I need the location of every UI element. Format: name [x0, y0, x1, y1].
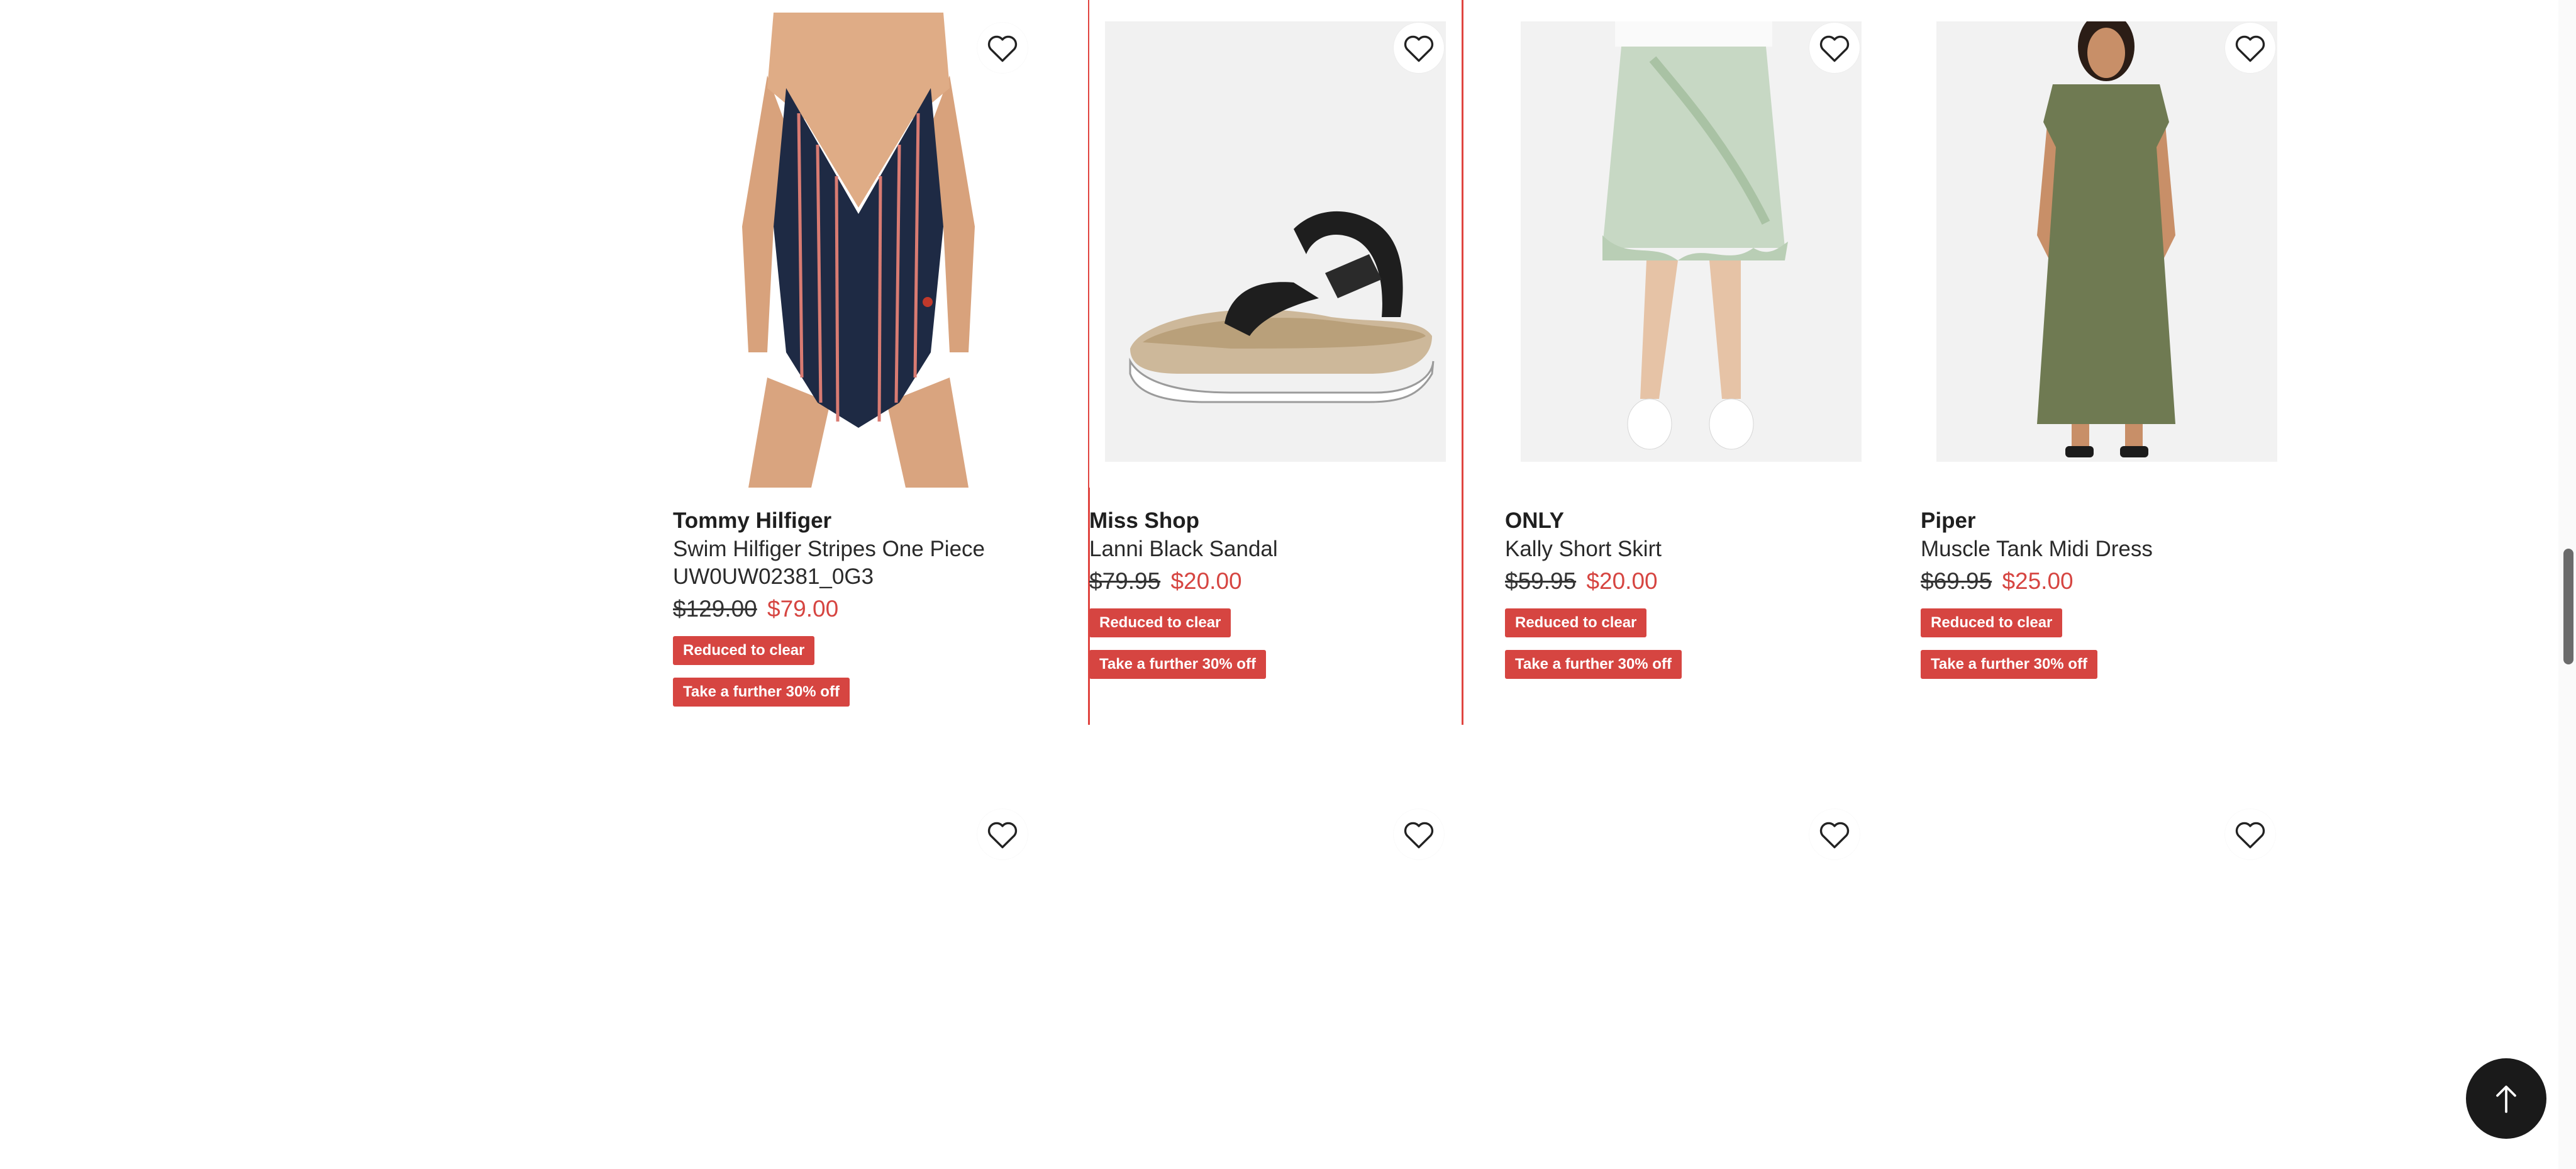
reduced-badge: Reduced to clear: [1921, 608, 2063, 637]
sandal-image: [1105, 21, 1446, 462]
product-name[interactable]: Kally Short Skirt: [1505, 535, 1882, 563]
product-name[interactable]: Lanni Black Sandal: [1089, 535, 1467, 563]
heart-outline-icon: [987, 822, 1018, 849]
product-prices: $129.00 $79.00: [673, 592, 1050, 626]
wishlist-button[interactable]: [1809, 809, 1860, 859]
product-brand[interactable]: Tommy Hilfiger: [673, 506, 1050, 535]
product-prices: $79.95 $20.00: [1089, 564, 1467, 598]
page-scrollbar[interactable]: [2558, 0, 2576, 1169]
product-prices: $69.95 $25.00: [1921, 564, 2298, 598]
product-prices: $59.95 $20.00: [1505, 564, 1882, 598]
was-price: $129.00: [673, 596, 757, 622]
wishlist-button[interactable]: [1394, 809, 1444, 859]
product-name[interactable]: Swim Hilfiger Stripes One Piece UW0UW023…: [673, 535, 1050, 591]
wishlist-button[interactable]: [1394, 23, 1444, 73]
wishlist-button[interactable]: [977, 809, 1028, 859]
wishlist-button[interactable]: [2225, 23, 2275, 73]
heart-outline-icon: [1819, 822, 1850, 849]
product-brand[interactable]: ONLY: [1505, 506, 1882, 535]
sale-price: $25.00: [2002, 568, 2074, 594]
sale-price: $79.00: [767, 596, 839, 622]
was-price: $69.95: [1921, 568, 1992, 594]
further-off-badge: Take a further 30% off: [673, 678, 850, 707]
promo-badges: Reduced to clear Take a further 30% off: [1505, 598, 1882, 679]
product-name[interactable]: Muscle Tank Midi Dress: [1921, 535, 2298, 563]
sale-price: $20.00: [1170, 568, 1242, 594]
further-off-badge: Take a further 30% off: [1089, 650, 1266, 679]
product-info[interactable]: Miss Shop Lanni Black Sandal $79.95 $20.…: [1089, 506, 1467, 679]
heart-outline-icon: [1404, 35, 1434, 62]
arrow-up-icon: [2496, 1085, 2516, 1113]
promo-badges: Reduced to clear Take a further 30% off: [673, 626, 1050, 707]
sale-price: $20.00: [1586, 568, 1658, 594]
product-image[interactable]: [673, 0, 1044, 488]
reduced-badge: Reduced to clear: [1505, 608, 1647, 637]
further-off-badge: Take a further 30% off: [1505, 650, 1682, 679]
product-info[interactable]: ONLY Kally Short Skirt $59.95 $20.00 Red…: [1505, 506, 1882, 679]
reduced-badge: Reduced to clear: [1089, 608, 1231, 637]
promo-badges: Reduced to clear Take a further 30% off: [1921, 598, 2298, 679]
back-to-top-button[interactable]: [2466, 1058, 2546, 1139]
product-brand[interactable]: Miss Shop: [1089, 506, 1467, 535]
dress-image: [1936, 21, 2277, 462]
swimsuit-image: [673, 0, 1044, 488]
wishlist-button[interactable]: [2225, 809, 2275, 859]
product-image[interactable]: [1921, 0, 2292, 488]
product-brand[interactable]: Piper: [1921, 506, 2298, 535]
heart-outline-icon: [987, 35, 1018, 62]
product-info[interactable]: Piper Muscle Tank Midi Dress $69.95 $25.…: [1921, 506, 2298, 679]
promo-badges: Reduced to clear Take a further 30% off: [1089, 598, 1467, 679]
reduced-badge: Reduced to clear: [673, 636, 815, 665]
heart-outline-icon: [2235, 822, 2265, 849]
product-image[interactable]: [1089, 0, 1460, 488]
heart-outline-icon: [1404, 822, 1434, 849]
product-info[interactable]: Tommy Hilfiger Swim Hilfiger Stripes One…: [673, 506, 1050, 707]
heart-outline-icon: [2235, 35, 2265, 62]
wishlist-button[interactable]: [977, 23, 1028, 73]
was-price: $79.95: [1089, 568, 1161, 594]
heart-outline-icon: [1819, 35, 1850, 62]
product-grid: Tommy Hilfiger Swim Hilfiger Stripes One…: [673, 0, 2333, 1169]
was-price: $59.95: [1505, 568, 1577, 594]
scrollbar-thumb[interactable]: [2563, 549, 2573, 664]
skirt-image: [1521, 21, 1862, 462]
wishlist-button[interactable]: [1809, 23, 1860, 73]
further-off-badge: Take a further 30% off: [1921, 650, 2097, 679]
product-image[interactable]: [1505, 0, 1876, 488]
